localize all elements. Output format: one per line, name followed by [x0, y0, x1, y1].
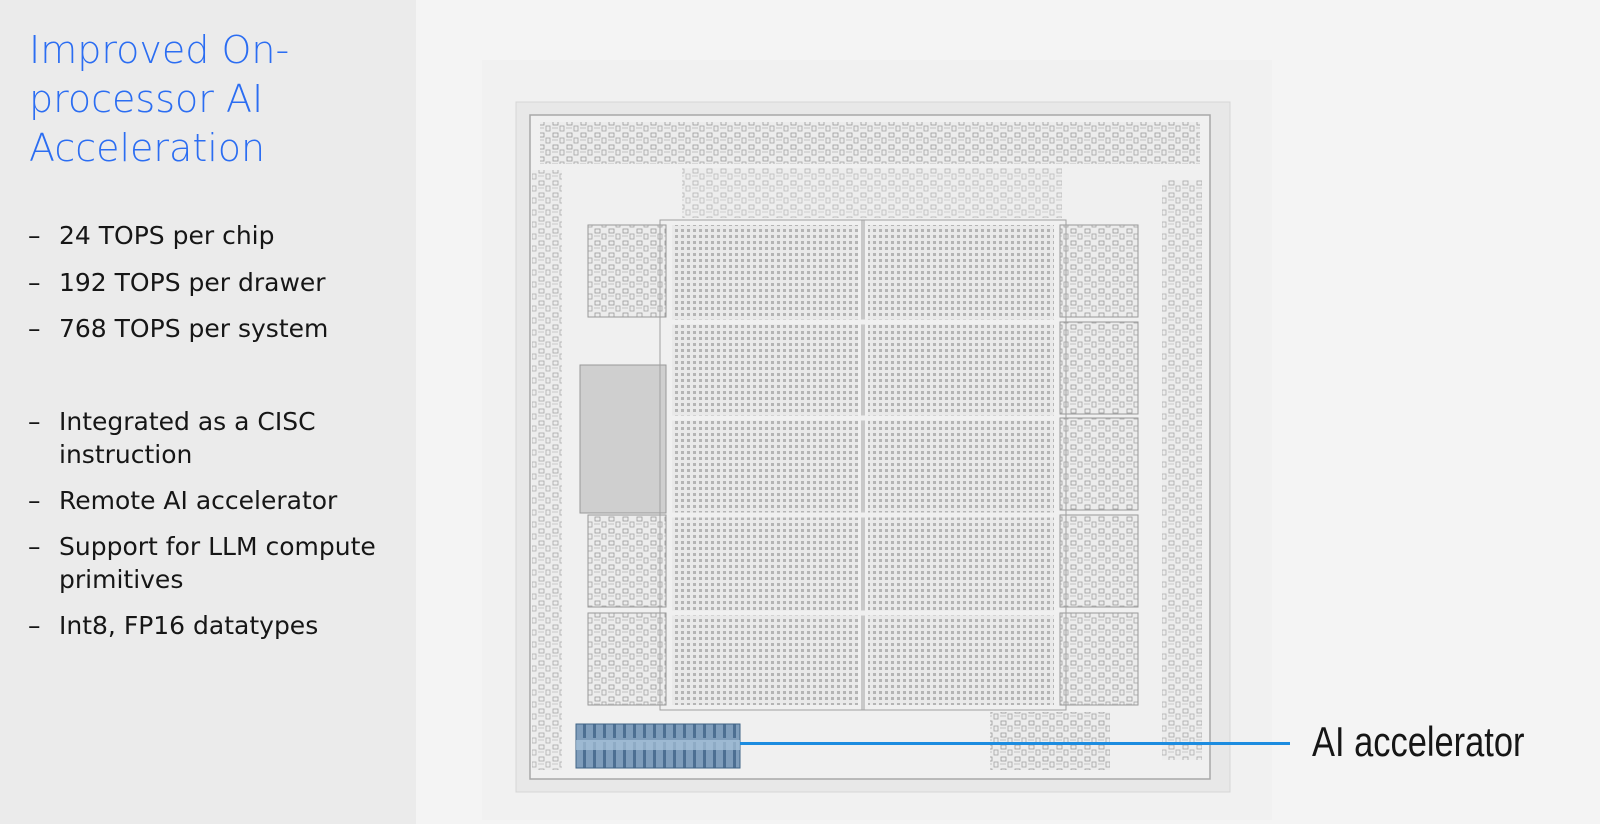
- bullet-text: 24 TOPS per chip: [59, 221, 275, 250]
- bullet-dash: –: [28, 532, 41, 561]
- bullet-text: 192 TOPS per drawer: [59, 268, 326, 297]
- bullet-text: Integrated as a CISC instruction: [59, 407, 316, 469]
- bullet-dash: –: [28, 611, 41, 640]
- bullet-dash: –: [28, 268, 41, 297]
- bullet-text: Remote AI accelerator: [59, 486, 338, 515]
- bullet-text: 768 TOPS per system: [59, 314, 329, 343]
- bullet-dash: –: [28, 221, 41, 250]
- bullet-dash: –: [28, 486, 41, 515]
- slide-title: Improved On-processor AI Acceleration: [29, 28, 290, 170]
- bullet-text: Support for LLM compute primitives: [59, 532, 376, 594]
- bullet-dash: –: [28, 407, 41, 436]
- callout-line: [740, 742, 1290, 745]
- text-panel: Improved On-processor AI Acceleration –2…: [0, 0, 416, 824]
- bullet-dash: –: [28, 314, 41, 343]
- callout-label: AI accelerator: [1312, 718, 1525, 765]
- bullet-text: Int8, FP16 datatypes: [59, 611, 319, 640]
- processor-die-image: [482, 60, 1272, 820]
